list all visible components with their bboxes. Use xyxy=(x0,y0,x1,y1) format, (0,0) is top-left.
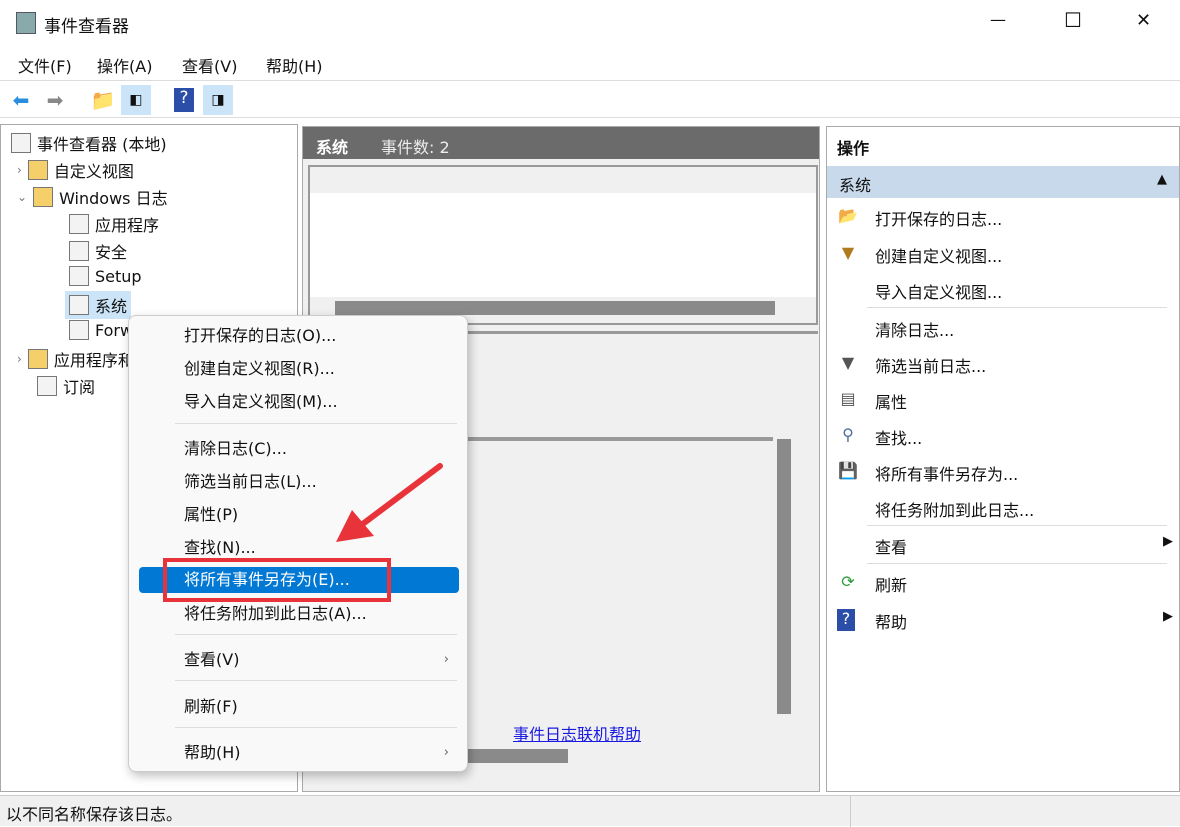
arrow-shaft xyxy=(357,463,443,529)
annotation-arrow xyxy=(336,463,443,542)
arrow-head xyxy=(336,510,374,542)
